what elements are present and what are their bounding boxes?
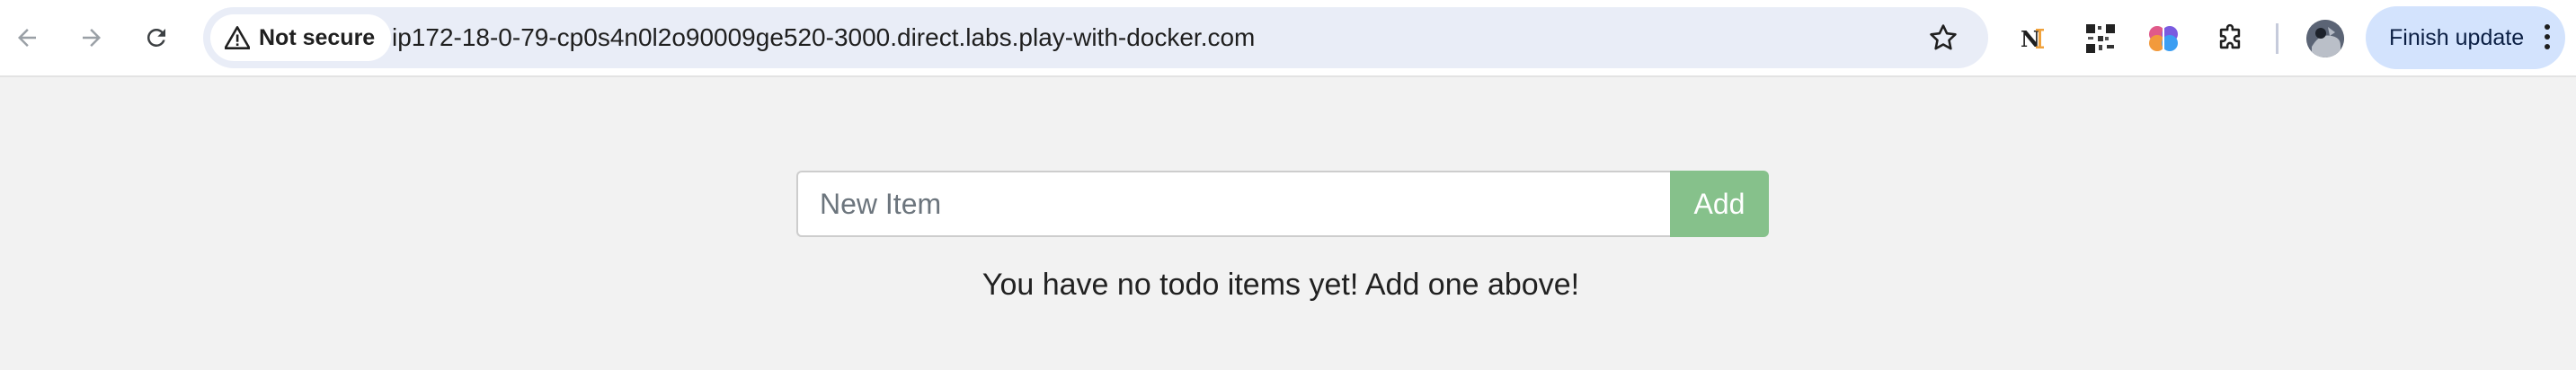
arrow-right-icon [83,29,101,47]
new-item-form: Add [796,171,1769,237]
avatar-image [2306,20,2344,57]
kebab-menu-icon [2544,24,2551,51]
extensions-button[interactable] [2209,18,2251,59]
forward-button[interactable] [68,14,115,61]
security-chip[interactable]: Not secure [210,14,392,61]
toolbar-separator [2276,23,2278,54]
url-text[interactable]: ip172-18-0-79-cp0s4n0l2o90009ge520-3000.… [392,7,1255,68]
finish-update-label: Finish update [2389,24,2525,50]
notion-icon: N [2021,26,2044,52]
reload-icon [147,28,165,47]
qr-code-icon [2085,23,2116,54]
profile-avatar[interactable] [2306,20,2344,57]
security-label: Not secure [259,24,376,50]
finish-update-button[interactable]: Finish update [2366,6,2565,69]
puzzle-icon [2219,23,2241,49]
address-bar[interactable]: Not secure ip172-18-0-79-cp0s4n0l2o90009… [203,7,1988,68]
star-icon [1930,24,1957,50]
notion-extension-button[interactable]: N [2013,18,2055,59]
warning-triangle-icon [225,26,250,49]
bookmark-button[interactable] [1925,20,1961,56]
browser-toolbar: Not secure ip172-18-0-79-cp0s4n0l2o90009… [0,0,2576,77]
qr-extension-button[interactable] [2080,18,2121,59]
brain-icon [2149,26,2178,51]
page-content: Add You have no todo items yet! Add one … [0,79,2576,370]
back-button[interactable] [4,14,50,61]
new-item-input[interactable] [796,171,1670,237]
brain-extension-button[interactable] [2143,18,2184,59]
empty-state-message: You have no todo items yet! Add one abov… [982,268,1580,302]
reload-button[interactable] [133,14,180,61]
arrow-left-icon [18,29,36,47]
add-button[interactable]: Add [1670,171,1769,237]
